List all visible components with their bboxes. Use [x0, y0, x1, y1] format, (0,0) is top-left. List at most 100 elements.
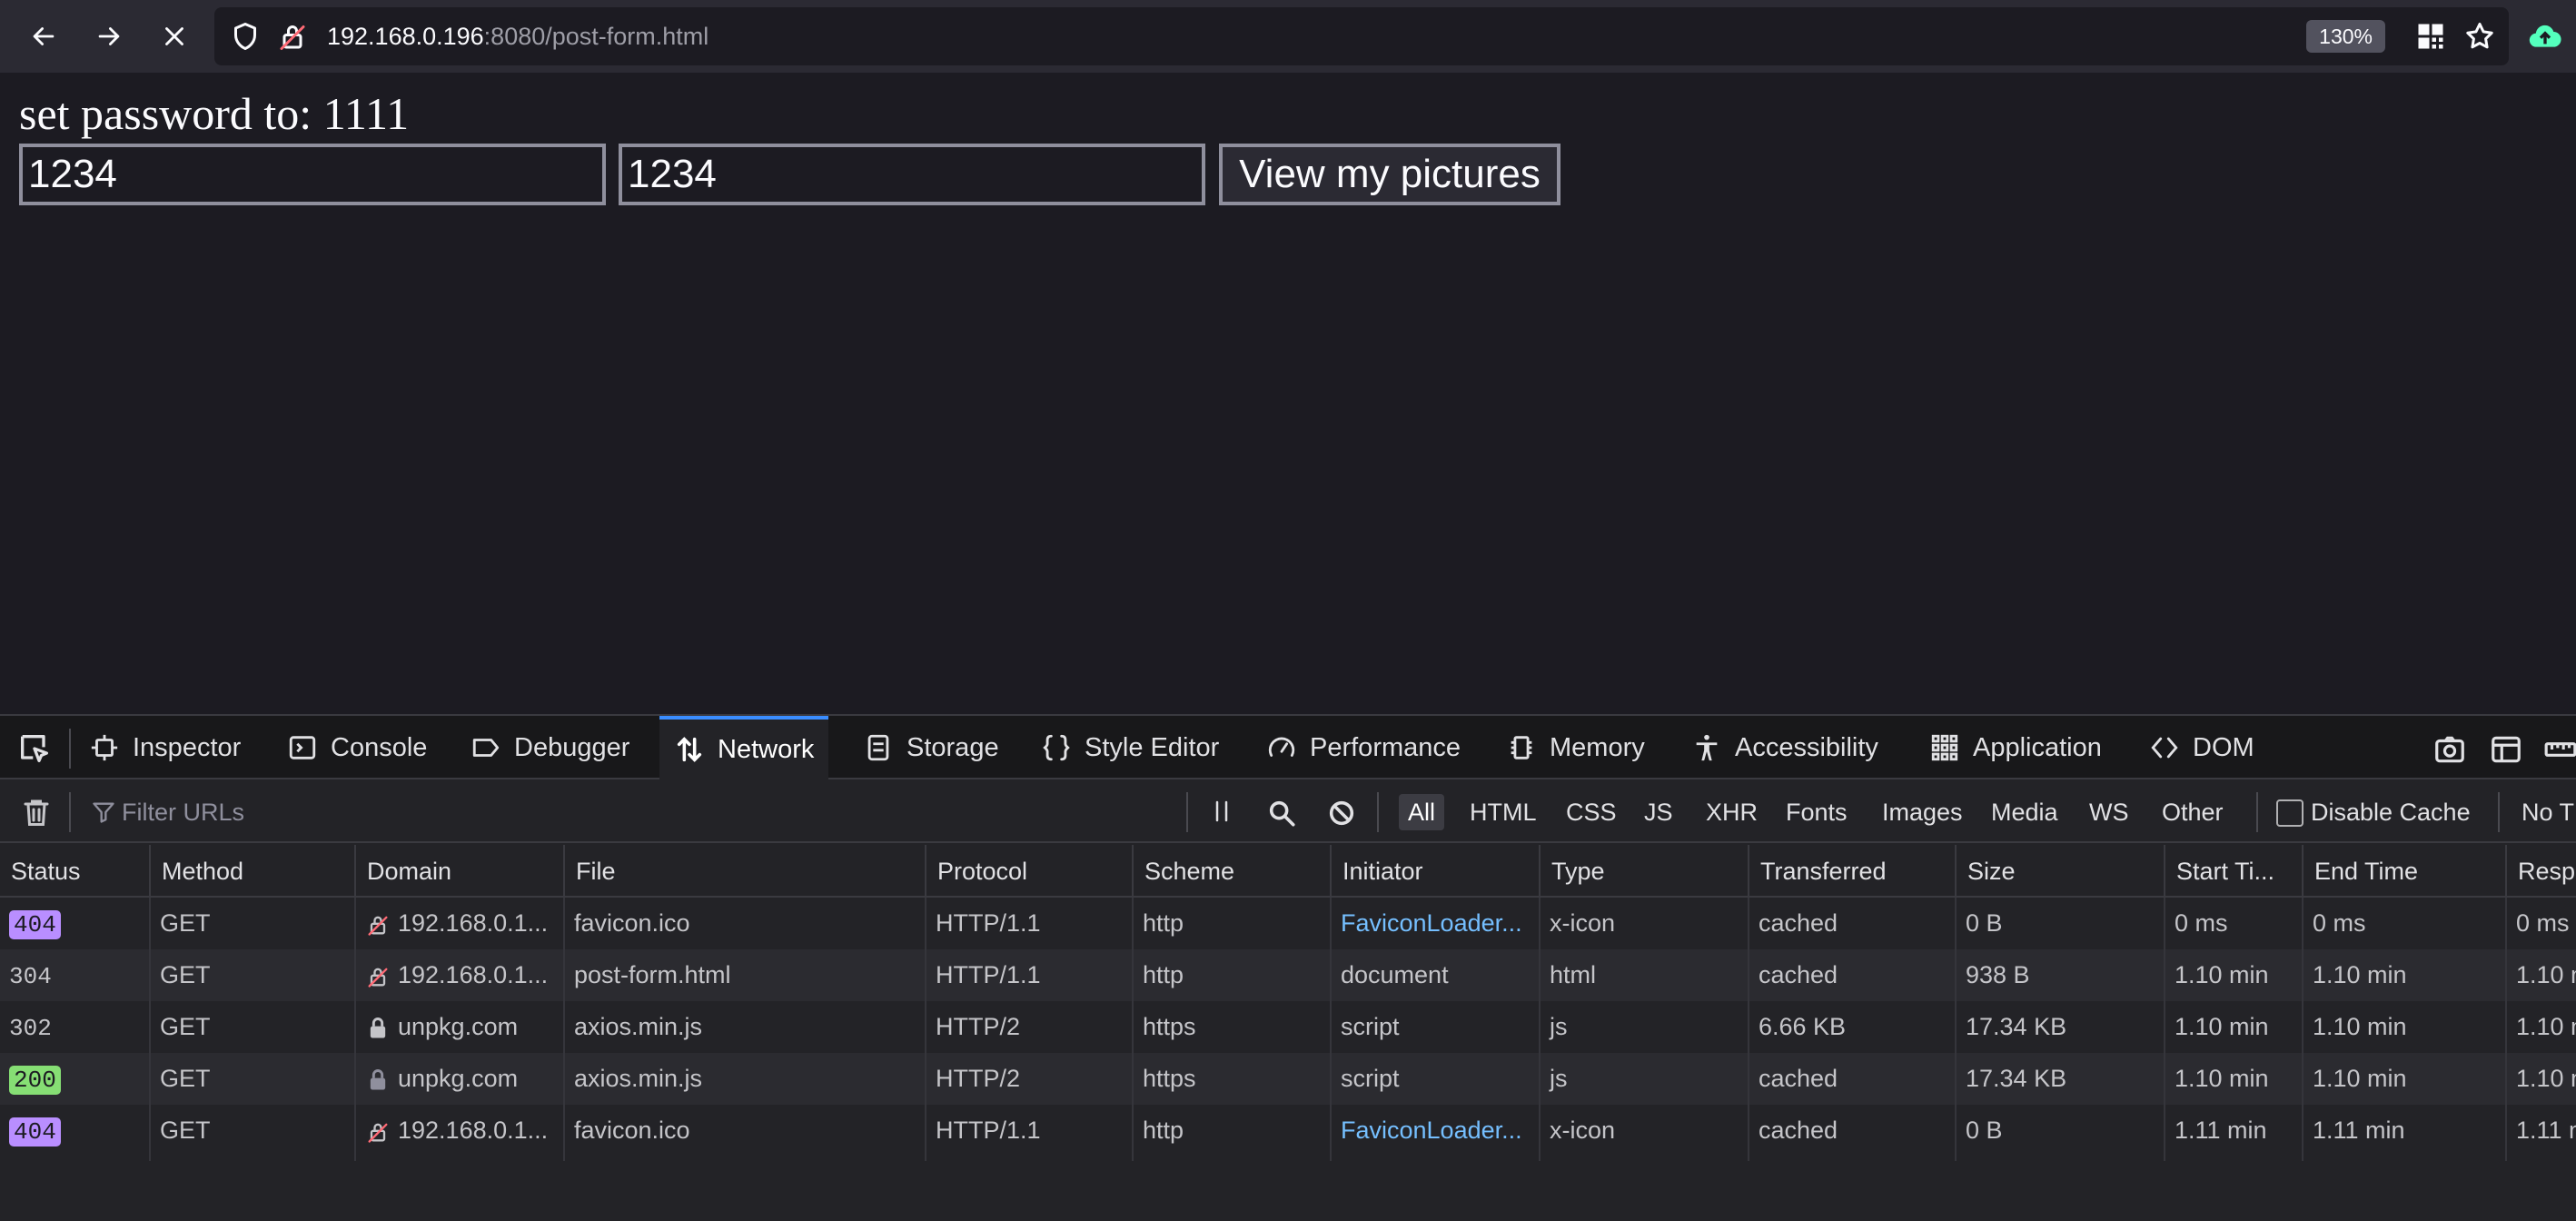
table-row[interactable]: 302 GET unpkg.com axios.min.js HTTP/2 ht… — [0, 1001, 2576, 1053]
protocol-cell: HTTP/1.1 — [936, 909, 1041, 937]
trash-icon[interactable] — [20, 796, 53, 829]
type-filter-fonts[interactable]: Fonts — [1777, 794, 1857, 830]
tab-accessibility[interactable]: Accessibility — [1691, 716, 1878, 779]
view-pictures-button[interactable]: View my pictures — [1219, 144, 1560, 205]
size-cell: 17.34 KB — [1966, 1013, 2067, 1040]
network-filter-bar: All HTML CSS JS XHR Fonts Images Media W… — [0, 781, 2576, 843]
filter-separator — [1377, 792, 1379, 832]
browser-toolbar: 192.168.0.196:8080/post-form.html 130% — [0, 0, 2576, 73]
column-header-start-time[interactable]: Start Ti... — [2164, 845, 2302, 898]
type-cell: x-icon — [1550, 909, 1616, 937]
forward-button[interactable] — [76, 0, 142, 73]
type-filter-html[interactable]: HTML — [1461, 794, 1546, 830]
column-header-transferred[interactable]: Transferred — [1748, 845, 1955, 898]
protocol-cell: HTTP/2 — [936, 1065, 1021, 1092]
method-cell: GET — [160, 961, 211, 988]
tracking-protection-shield-icon[interactable] — [229, 20, 262, 53]
method-cell: GET — [160, 1013, 211, 1040]
type-filter-js[interactable]: JS — [1635, 794, 1682, 830]
tab-application[interactable]: Application — [1929, 716, 2102, 779]
column-header-method[interactable]: Method — [149, 845, 354, 898]
initiator-cell: document — [1341, 961, 1449, 988]
pause-icon[interactable] — [1208, 798, 1235, 825]
column-header-size[interactable]: Size — [1955, 845, 2164, 898]
domain-cell: 192.168.0.1... — [398, 1117, 549, 1144]
table-row[interactable]: 304 GET 192.168.0.1... post-form.html HT… — [0, 949, 2576, 1001]
search-icon[interactable] — [1266, 798, 1297, 829]
column-divider — [149, 898, 151, 1161]
disable-cache-label[interactable]: Disable Cache — [2311, 794, 2471, 830]
element-picker-icon[interactable] — [16, 730, 53, 767]
insecure-icon — [368, 1123, 388, 1143]
protocol-cell: HTTP/1.1 — [936, 1117, 1041, 1144]
type-cell: js — [1550, 1065, 1568, 1092]
column-header-domain[interactable]: Domain — [354, 845, 563, 898]
column-header-type[interactable]: Type — [1539, 845, 1748, 898]
forward-arrow-icon — [98, 27, 120, 45]
column-divider — [1330, 898, 1332, 1161]
accessibility-icon — [1696, 734, 1718, 761]
type-filter-xhr[interactable]: XHR — [1697, 794, 1767, 830]
type-filter-other[interactable]: Other — [2153, 794, 2233, 830]
table-row[interactable]: 404 GET 192.168.0.1... favicon.ico HTTP/… — [0, 1105, 2576, 1156]
filter-urls-input[interactable] — [122, 794, 1175, 830]
type-filter-all[interactable]: All — [1399, 794, 1445, 830]
column-header-response[interactable]: Respo — [2505, 845, 2576, 898]
block-icon[interactable] — [1326, 798, 1357, 829]
bookmark-star-icon[interactable] — [2463, 20, 2496, 53]
tab-performance[interactable]: Performance — [1266, 716, 1461, 779]
type-filter-css[interactable]: CSS — [1557, 794, 1626, 830]
url-bar[interactable]: 192.168.0.196:8080/post-form.html 130% — [214, 7, 2509, 65]
type-filter-images[interactable]: Images — [1873, 794, 1972, 830]
stop-button[interactable] — [142, 0, 207, 73]
cloud-upload-icon[interactable] — [2527, 18, 2563, 55]
tab-storage[interactable]: Storage — [863, 716, 999, 779]
column-divider — [2505, 898, 2507, 1161]
column-header-initiator[interactable]: Initiator — [1330, 845, 1539, 898]
tab-network[interactable]: Network — [659, 716, 829, 779]
initiator-link[interactable]: FaviconLoader... — [1330, 898, 1539, 949]
domain-cell: 192.168.0.1... — [398, 909, 549, 937]
type-filter-media[interactable]: Media — [1982, 794, 2067, 830]
insecure-connection-icon[interactable] — [276, 20, 309, 53]
column-header-file[interactable]: File — [563, 845, 925, 898]
initiator-cell: script — [1341, 1065, 1400, 1092]
back-arrow-icon — [33, 27, 54, 45]
file-cell: axios.min.js — [574, 1065, 703, 1092]
column-header-end-time[interactable]: End Time — [2302, 845, 2505, 898]
password-input-1[interactable]: 1234 — [19, 144, 606, 205]
table-row[interactable]: 200 GET unpkg.com axios.min.js HTTP/2 ht… — [0, 1053, 2576, 1105]
type-filter-ws[interactable]: WS — [2080, 794, 2138, 830]
column-header-scheme[interactable]: Scheme — [1132, 845, 1330, 898]
back-button[interactable] — [11, 0, 76, 73]
scheme-cell: http — [1143, 1117, 1184, 1144]
tab-memory[interactable]: Memory — [1506, 716, 1645, 779]
url-host: 192.168.0.196 — [327, 22, 484, 50]
column-header-status[interactable]: Status — [0, 845, 149, 898]
lock-icon — [370, 1068, 386, 1090]
qr-code-icon[interactable] — [2414, 20, 2447, 53]
disable-cache-checkbox[interactable] — [2276, 799, 2304, 827]
tab-console[interactable]: Console — [287, 716, 427, 779]
url-text[interactable]: 192.168.0.196:8080/post-form.html — [327, 23, 708, 51]
ruler-icon[interactable] — [2543, 732, 2576, 767]
inspector-icon — [91, 734, 118, 761]
zoom-level-badge[interactable]: 130% — [2306, 20, 2385, 53]
url-path: :8080/post-form.html — [483, 22, 709, 50]
throttling-select[interactable]: No T — [2522, 794, 2574, 830]
table-row[interactable]: 404 GET 192.168.0.1... favicon.ico HTTP/… — [0, 898, 2576, 949]
domain-cell: unpkg.com — [398, 1013, 519, 1040]
tab-debugger[interactable]: Debugger — [471, 716, 629, 779]
filter-separator — [1186, 792, 1188, 832]
column-header-protocol[interactable]: Protocol — [925, 845, 1132, 898]
tab-dom[interactable]: DOM — [2149, 716, 2254, 779]
password-input-2[interactable]: 1234 — [619, 144, 1205, 205]
end-time-cell: 1.10 min — [2313, 1065, 2407, 1092]
column-divider — [1748, 898, 1749, 1161]
screenshot-icon[interactable] — [2432, 732, 2467, 767]
tab-inspector[interactable]: Inspector — [89, 716, 241, 779]
tab-style-editor[interactable]: Style Editor — [1041, 716, 1219, 779]
filter-separator — [2256, 792, 2258, 832]
initiator-link[interactable]: FaviconLoader... — [1330, 1105, 1539, 1156]
responsive-design-icon[interactable] — [2489, 732, 2523, 767]
